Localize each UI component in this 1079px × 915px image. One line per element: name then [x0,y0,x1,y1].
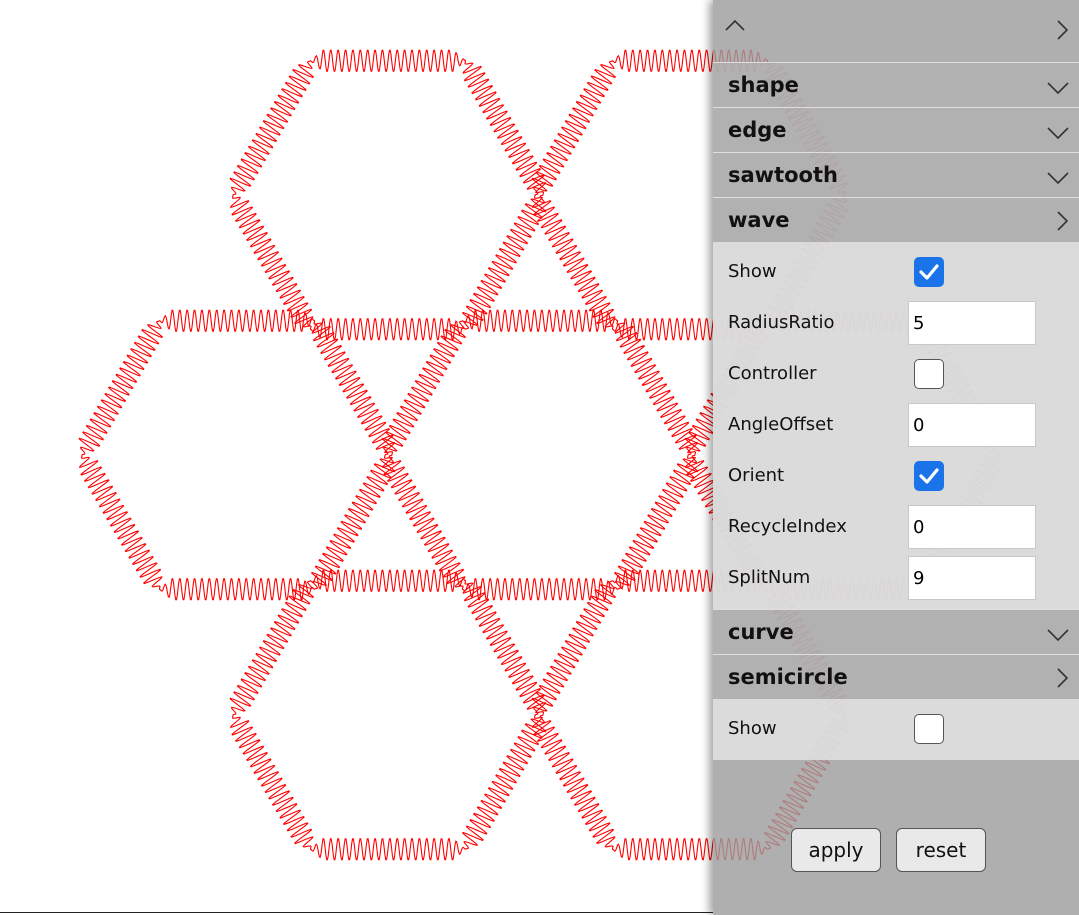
row-wave-recycleindex: RecycleIndex [713,502,1079,553]
row-wave-show: Show [713,247,1079,298]
field-label: AngleOffset [728,414,834,435]
field-label: Show [728,261,777,282]
controller-checkbox[interactable] [914,359,944,389]
row-wave-radiusratio: RadiusRatio [713,298,1079,349]
section-body-semicircle: Show [713,699,1079,760]
chevron-right-icon[interactable] [1055,668,1069,688]
panel-sections: shape edge sawtooth wave Show RadiusRatio Cont… [713,62,1079,760]
section-shape[interactable]: shape [713,62,1079,107]
checkmark-icon [919,264,939,280]
section-sawtooth[interactable]: sawtooth [713,152,1079,197]
wave-hexagon-3 [381,309,699,601]
wave-hexagon-0 [229,49,547,341]
section-title-edge: edge [728,118,787,142]
show-checkbox[interactable] [914,714,944,744]
field-label: SplitNum [728,567,811,588]
orient-checkbox[interactable] [914,461,944,491]
field-label: RecycleIndex [728,516,847,537]
section-title-semicircle: semicircle [728,665,848,689]
field-label: RadiusRatio [728,312,835,333]
section-title-sawtooth: sawtooth [728,163,838,187]
section-title-curve: curve [728,620,794,644]
control-panel: shape edge sawtooth wave Show RadiusRatio Cont… [713,0,1079,915]
row-wave-controller: Controller [713,349,1079,400]
panel-topbar [713,0,1079,62]
section-title-shape: shape [728,73,799,97]
section-semicircle[interactable]: semicircle [713,654,1079,699]
chevron-right-icon[interactable] [1055,20,1069,40]
radiusratio-input[interactable] [908,301,1036,345]
chevron-down-icon[interactable] [1047,628,1069,642]
splitnum-input[interactable] [908,556,1036,600]
section-body-wave: Show RadiusRatio Controller AngleOffset Orie… [713,242,1079,609]
chevron-down-icon[interactable] [1047,81,1069,95]
row-wave-orient: Orient [713,451,1079,502]
apply-button[interactable]: apply [791,828,881,872]
canvas-bottom-border [0,912,713,913]
field-label: Show [728,718,777,739]
show-checkbox[interactable] [914,257,944,287]
section-title-wave: wave [728,208,790,232]
field-label: Controller [728,363,817,384]
chevron-right-icon[interactable] [1055,211,1069,231]
chevron-down-icon[interactable] [1047,126,1069,140]
chevron-down-icon[interactable] [1047,171,1069,185]
checkmark-icon [919,468,939,484]
wave-hexagon-2 [78,309,396,601]
angleoffset-input[interactable] [908,403,1036,447]
row-wave-angleoffset: AngleOffset [713,400,1079,451]
section-curve[interactable]: curve [713,609,1079,654]
row-semicircle-show: Show [713,704,1079,755]
reset-button[interactable]: reset [896,828,986,872]
wave-hexagon-5 [229,569,547,861]
section-edge[interactable]: edge [713,107,1079,152]
field-label: Orient [728,465,785,486]
section-wave[interactable]: wave [713,197,1079,242]
chevron-up-icon[interactable] [725,18,745,32]
row-wave-splitnum: SplitNum [713,553,1079,604]
recycleindex-input[interactable] [908,505,1036,549]
